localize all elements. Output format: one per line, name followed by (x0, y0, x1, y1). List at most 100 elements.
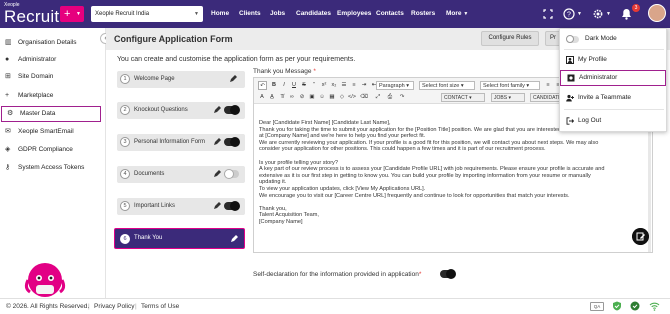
menu-item-my-profile[interactable]: My Profile (560, 53, 666, 67)
chevron-down-icon: ▼ (194, 11, 199, 17)
step-important-links[interactable]: 5 Important Links (117, 198, 245, 215)
indent-icon[interactable]: ⇥ (360, 81, 368, 90)
logo[interactable]: Recruit (4, 7, 59, 27)
menu-item-invite-teammate[interactable]: Invite a Teammate (560, 91, 666, 105)
step-knockout-questions[interactable]: 2 Knockout Questions (117, 102, 245, 119)
emoji-icon[interactable]: ☺ (318, 93, 326, 102)
sidebar-item-label: Administrator (18, 56, 57, 63)
jobs-placeholder-dropdown[interactable]: JOBS ▾ (491, 93, 525, 102)
organisation-select[interactable]: Xeople Recruit India ▼ (91, 6, 203, 22)
source-code-icon[interactable]: </> (348, 93, 356, 102)
fullscreen-icon[interactable] (543, 9, 553, 19)
dark-mode-toggle-item[interactable]: Dark Mode (560, 32, 666, 46)
sidebar-item-label: Marketplace (18, 92, 54, 99)
edit-pencil-icon[interactable] (213, 138, 221, 146)
sidebar: ▥ Organisation Details ● Administrator ⊞… (0, 28, 106, 314)
underline-icon[interactable]: U (290, 81, 298, 90)
editor-scrollbar[interactable] (648, 118, 651, 252)
edit-pencil-icon[interactable] (213, 106, 221, 114)
sidebar-item-marketplace[interactable]: + Marketplace (0, 89, 104, 102)
edit-pencil-icon[interactable] (213, 170, 221, 178)
step-toggle[interactable] (224, 137, 240, 147)
code-icon[interactable]: ◇ (338, 93, 346, 102)
sidebar-item-administrator[interactable]: ● Administrator (0, 53, 104, 66)
self-declaration-toggle[interactable] (440, 269, 456, 279)
quote-icon[interactable]: ” (310, 81, 318, 90)
fullscreen-editor-icon[interactable]: ⤢ (374, 93, 382, 102)
sidebar-item-system-access-tokens[interactable]: ⚷ System Access Tokens (0, 161, 104, 174)
editor-content[interactable]: Dear [Candidate First Name] [Candidate L… (259, 120, 647, 226)
step-welcome-page[interactable]: 1 Welcome Page (117, 71, 245, 88)
editor-line: [Company Name] (259, 218, 303, 225)
terms-of-use-link[interactable]: Terms of Use (141, 299, 179, 314)
nav-candidates[interactable]: Candidates (296, 0, 331, 28)
menu-item-administrator[interactable]: Administrator (560, 70, 666, 86)
numbered-list-icon[interactable]: ≡ (350, 81, 358, 90)
align-left-icon[interactable]: ≡ (544, 81, 552, 90)
edit-pencil-icon[interactable] (229, 75, 237, 83)
font-size-select[interactable]: Select font size ▾ (419, 81, 475, 90)
font-family-select[interactable]: Select font family ▾ (480, 81, 540, 90)
step-personal-information-form[interactable]: 3 Personal Information Form (117, 134, 245, 151)
toggle-knob (230, 201, 240, 211)
sidebar-item-label: Organisation Details (18, 39, 77, 46)
step-toggle[interactable] (224, 169, 239, 179)
italic-icon[interactable]: I (280, 81, 288, 90)
step-number: 3 (120, 137, 130, 147)
help-icon[interactable]: ? (563, 8, 575, 20)
text-color-icon[interactable]: A (258, 93, 266, 102)
thank-you-message-label: Thank you Message * (253, 68, 316, 75)
link-icon[interactable]: ∞ (288, 93, 296, 102)
nav-employees[interactable]: Employees (337, 0, 371, 28)
clear-icon[interactable]: ⌫ (360, 93, 368, 102)
image-icon[interactable]: ▣ (308, 93, 316, 102)
add-new-button[interactable]: + ▼ (60, 6, 84, 22)
contact-placeholder-dropdown[interactable]: CONTACT ▾ (441, 93, 485, 102)
editor-line: We are currently reviewing your applicat… (259, 139, 599, 146)
table-icon[interactable]: ▦ (328, 93, 336, 102)
privacy-policy-link[interactable]: Privacy Policy (94, 299, 134, 314)
paragraph-select[interactable]: Paragraph ▾ (376, 81, 414, 90)
redo-icon[interactable]: ↷ (398, 93, 406, 102)
bullet-list-icon[interactable]: ☰ (340, 81, 348, 90)
nav-jobs[interactable]: Jobs (270, 0, 285, 28)
superscript-icon[interactable]: x² (320, 81, 328, 90)
dark-mode-toggle[interactable] (566, 35, 579, 43)
step-thank-you[interactable]: 6 Thank You (114, 228, 245, 249)
clear-format-icon[interactable]: T̸ (278, 93, 286, 102)
field-label-text: Thank you Message (253, 68, 312, 75)
jobs-placeholder-label: JOBS (494, 95, 508, 101)
edit-pencil-icon[interactable] (230, 235, 238, 243)
nav-home[interactable]: Home (211, 0, 229, 28)
nav-contacts[interactable]: Contacts (376, 0, 404, 28)
print-icon[interactable]: ⎙ (386, 93, 394, 102)
nav-more[interactable]: More ▼ (446, 0, 468, 28)
undo-icon[interactable]: ↶ (258, 81, 267, 90)
sidebar-item-master-data[interactable]: ⚙ Master Data (1, 106, 101, 122)
highlight-icon[interactable]: A̲ (268, 93, 276, 102)
sidebar-item-label: GDPR Compliance (18, 146, 73, 153)
avatar[interactable] (648, 4, 666, 22)
sidebar-item-site-domain[interactable]: ⊞ Site Domain (0, 70, 104, 83)
sidebar-item-organisation-details[interactable]: ▥ Organisation Details (0, 36, 104, 49)
sidebar-item-gdpr[interactable]: ◈ GDPR Compliance (0, 143, 104, 156)
configure-rules-button[interactable]: Configure Rules (481, 31, 539, 46)
edit-pencil-icon[interactable] (213, 202, 221, 210)
add-user-icon (566, 94, 574, 102)
menu-item-log-out[interactable]: Log Out (560, 114, 666, 128)
unlink-icon[interactable]: ⊘ (298, 93, 306, 102)
sidebar-item-smartemail[interactable]: ✉ Xeople SmartEmail (0, 125, 104, 138)
sidebar-item-label: Xeople SmartEmail (18, 128, 74, 135)
gear-icon[interactable] (592, 8, 604, 20)
step-toggle[interactable] (224, 201, 240, 211)
footer: © 2026. All Rights Reserved. | Privacy P… (0, 298, 670, 314)
edit-document-icon[interactable] (632, 228, 649, 245)
nav-rosters[interactable]: Rosters (411, 0, 435, 28)
bold-icon[interactable]: B (270, 81, 278, 90)
nav-clients[interactable]: Clients (239, 0, 261, 28)
subscript-icon[interactable]: x₂ (330, 81, 338, 90)
step-documents[interactable]: 4 Documents (117, 166, 245, 183)
bell-icon[interactable] (621, 8, 632, 20)
strikethrough-icon[interactable]: S (300, 81, 308, 90)
step-toggle[interactable] (224, 105, 240, 115)
